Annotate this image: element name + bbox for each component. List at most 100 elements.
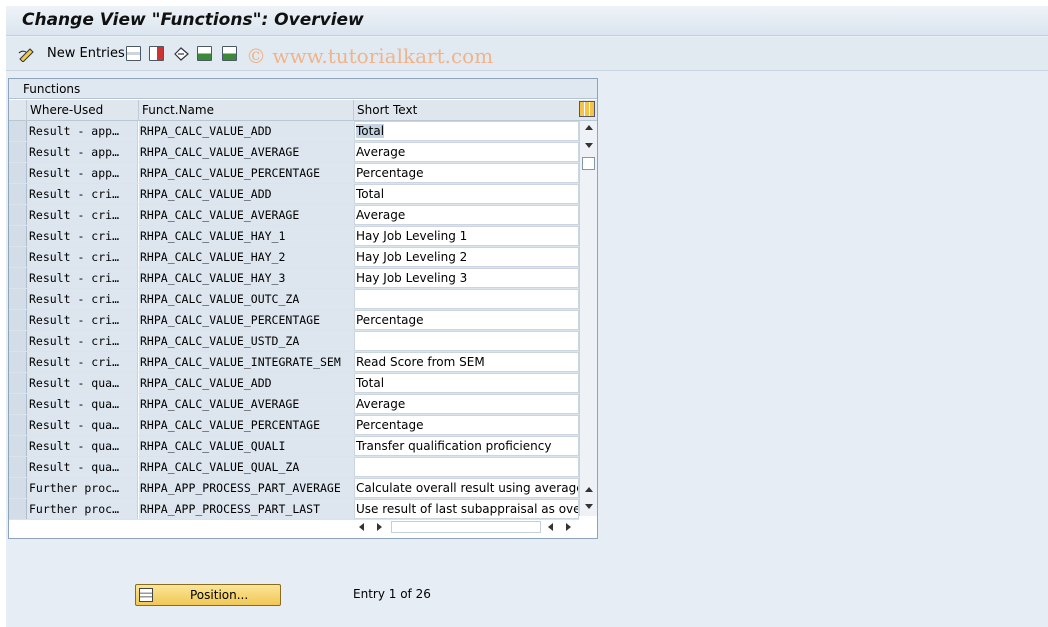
row-selector[interactable] [9,478,27,498]
column-header-short-text[interactable]: Short Text [354,100,579,121]
where-used-cell[interactable]: Result - cri… [27,247,138,267]
scroll-up-icon[interactable] [585,125,593,130]
short-text-field[interactable] [354,331,579,351]
where-used-cell[interactable]: Further proc… [27,499,138,519]
row-selector[interactable] [9,394,27,414]
column-header-where-used[interactable]: Where-Used [27,100,139,121]
row-selector[interactable] [9,373,27,393]
where-used-cell[interactable]: Result - cri… [27,205,138,225]
where-used-cell[interactable]: Result - qua… [27,436,138,456]
entry-counter: Entry 1 of 26 [353,587,431,601]
short-text-field[interactable]: Total [354,373,579,393]
row-selector[interactable] [9,331,27,351]
where-used-cell[interactable]: Further proc… [27,478,138,498]
column-header-funct-name[interactable]: Funct.Name [139,100,354,121]
row-selector[interactable] [9,247,27,267]
short-text-value: Hay Job Leveling 2 [356,250,468,264]
horizontal-scrollbar[interactable] [354,520,579,534]
row-selector[interactable] [9,226,27,246]
row-selector[interactable] [9,289,27,309]
undo-button[interactable] [173,45,190,62]
table-row: Result - app… RHPA_CALC_VALUE_AVERAGE Aver… [9,142,579,163]
row-selector[interactable] [9,499,27,519]
display-change-button[interactable] [18,45,36,62]
short-text-field[interactable] [354,457,579,477]
short-text-field[interactable]: Calculate overall result using averages [354,478,579,498]
where-used-value: Result - qua… [29,397,120,411]
position-button[interactable]: Position... [135,584,281,606]
row-selector[interactable] [9,184,27,204]
short-text-field[interactable]: Transfer qualification proficiency [354,436,579,456]
delete-icon [149,46,164,61]
where-used-cell[interactable]: Result - app… [27,142,138,162]
row-selector[interactable] [9,163,27,183]
short-text-field[interactable]: Hay Job Leveling 3 [354,268,579,288]
select-all-rows-cell[interactable] [9,100,27,121]
where-used-cell[interactable]: Result - cri… [27,184,138,204]
short-text-field[interactable]: Total [354,184,579,204]
table-row: Result - cri… RHPA_CALC_VALUE_PERCENTAGE P… [9,310,579,331]
table-title-bar: Functions [9,79,597,99]
new-entries-button[interactable]: New Entries [40,45,125,62]
functions-table: Functions Where-Used Funct.Name Short Te… [8,78,598,539]
row-selector[interactable] [9,436,27,456]
short-text-field[interactable]: Total [354,121,579,141]
where-used-cell[interactable]: Result - cri… [27,331,138,351]
row-selector[interactable] [9,142,27,162]
short-text-field[interactable]: Percentage [354,415,579,435]
where-used-cell[interactable]: Result - cri… [27,352,138,372]
page-down-icon[interactable] [585,504,593,509]
where-used-cell[interactable]: Result - cri… [27,226,138,246]
copy-icon [126,46,141,61]
short-text-field[interactable]: Hay Job Leveling 2 [354,247,579,267]
where-used-cell[interactable]: Result - cri… [27,289,138,309]
row-selector[interactable] [9,310,27,330]
scroll-left-icon[interactable] [359,523,364,531]
short-text-field[interactable]: Read Score from SEM [354,352,579,372]
horizontal-scroll-track[interactable] [391,521,541,533]
scroll-right-icon[interactable] [377,523,382,531]
where-used-cell[interactable]: Result - app… [27,163,138,183]
select-block-button[interactable] [222,45,237,62]
table-row: Result - app… RHPA_CALC_VALUE_ADD Total [9,121,579,142]
short-text-field[interactable]: Use result of last subappraisal as overa… [354,499,579,519]
row-selector[interactable] [9,205,27,225]
scroll-right-end-icon[interactable] [566,523,571,531]
short-text-field[interactable]: Average [354,394,579,414]
short-text-field[interactable]: Hay Job Leveling 1 [354,226,579,246]
short-text-value: Average [356,208,406,222]
table-row: Result - qua… RHPA_CALC_VALUE_AVERAGE Aver… [9,394,579,415]
page-up-icon[interactable] [585,487,593,492]
page-title: Change View "Functions": Overview [22,10,364,30]
where-used-cell[interactable]: Result - cri… [27,310,138,330]
short-text-field[interactable]: Percentage [354,163,579,183]
short-text-value: Use result of last subappraisal as overa… [356,502,579,516]
short-text-field[interactable]: Average [354,142,579,162]
short-text-value: Percentage [356,313,424,327]
vertical-scrollbar[interactable] [579,121,597,516]
where-used-cell[interactable]: Result - qua… [27,373,138,393]
funct-name-cell: RHPA_CALC_VALUE_ADD [139,121,355,141]
row-selector[interactable] [9,268,27,288]
where-used-cell[interactable]: Result - app… [27,121,138,141]
table-settings-icon[interactable] [579,101,595,117]
row-selector[interactable] [9,457,27,477]
row-selector[interactable] [9,352,27,372]
scroll-left-end-icon[interactable] [548,523,553,531]
short-text-field[interactable]: Average [354,205,579,225]
copy-button[interactable] [126,45,141,62]
select-all-button[interactable] [197,45,212,62]
where-used-cell[interactable]: Result - qua… [27,415,138,435]
delete-button[interactable] [149,45,164,62]
where-used-cell[interactable]: Result - qua… [27,457,138,477]
scroll-down-icon[interactable] [585,143,593,148]
where-used-cell[interactable]: Result - cri… [27,268,138,288]
position-icon [139,588,153,602]
where-used-cell[interactable]: Result - qua… [27,394,138,414]
scroll-thumb[interactable] [582,157,595,170]
row-selector[interactable] [9,121,27,141]
short-text-field[interactable] [354,289,579,309]
short-text-field[interactable]: Percentage [354,310,579,330]
where-used-value: Result - cri… [29,334,120,348]
row-selector[interactable] [9,415,27,435]
